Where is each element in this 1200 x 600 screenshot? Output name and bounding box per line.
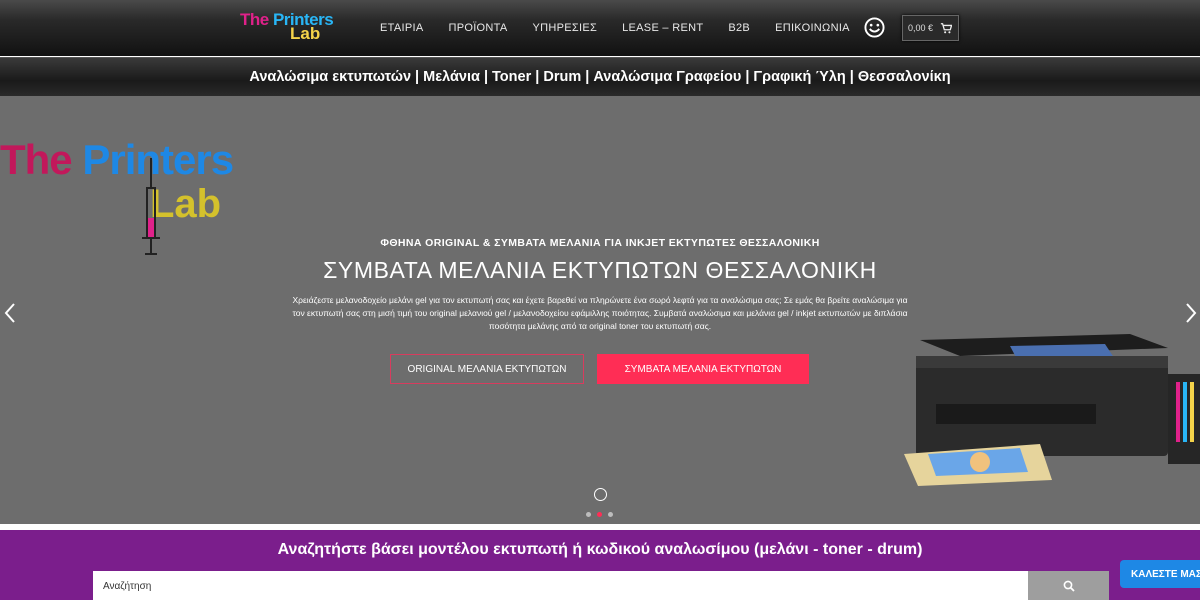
cart-button[interactable]: 0,00 € xyxy=(902,15,959,41)
tagline-text: Αναλώσιμα εκτυπωτών | Μελάνια | Toner | … xyxy=(249,69,951,85)
nav-item-company[interactable]: ΕΤΑΙΡΙΑ xyxy=(380,22,423,34)
hero-logo-text-the-printers: The Printers xyxy=(0,136,234,183)
main-nav: ΕΤΑΙΡΙΑ ΠΡΟΪΟΝΤΑ ΥΠΗΡΕΣΙΕΣ LEASE – RENT … xyxy=(380,0,875,56)
slider-dot-3[interactable] xyxy=(608,512,613,517)
slider-play-icon[interactable] xyxy=(594,488,607,501)
call-us-button[interactable]: ΚΑΛΕΣΤΕ ΜΑΣ xyxy=(1120,560,1200,588)
site-logo[interactable]: The Printers Lab xyxy=(240,10,340,44)
original-inks-button[interactable]: ORIGINAL ΜΕΛΑΝΙΑ ΕΚΤΥΠΩΤΩΝ xyxy=(390,354,584,384)
top-header: The Printers Lab ΕΤΑΙΡΙΑ ΠΡΟΪΟΝΤΑ ΥΠΗΡΕΣ… xyxy=(0,0,1200,56)
search-section: Αναζητήστε βάσει μοντέλου εκτυπωτή ή κωδ… xyxy=(0,530,1200,600)
cart-icon xyxy=(940,23,952,34)
search-button[interactable] xyxy=(1028,571,1109,600)
slider-prev-icon[interactable] xyxy=(2,301,18,325)
hero-logo: The Printers Lab xyxy=(0,126,290,255)
slider-dot-2[interactable] xyxy=(597,512,602,517)
hero-slider: The Printers Lab ΦΘΗΝΑ ORIGINAL & ΣΥΜΒΑΤ… xyxy=(0,96,1200,524)
search-icon xyxy=(1063,580,1075,592)
logo-text-lab: Lab xyxy=(290,24,321,43)
cart-total: 0,00 € xyxy=(908,23,934,33)
hero-description: Χρειάζεστε μελανοδοχείο μελάνι gel για τ… xyxy=(292,295,908,331)
slider-next-icon[interactable] xyxy=(1183,301,1199,325)
smiley-icon[interactable] xyxy=(864,17,885,38)
nav-item-products[interactable]: ΠΡΟΪΟΝΤΑ xyxy=(448,22,507,34)
slider-pagination xyxy=(586,512,613,517)
nav-item-lease-rent[interactable]: LEASE – RENT xyxy=(622,22,703,34)
search-input[interactable] xyxy=(93,571,1028,600)
slider-dot-1[interactable] xyxy=(586,512,591,517)
printer-image xyxy=(904,334,1200,486)
hero-headline: ΣΥΜΒΑΤΑ ΜΕΛΑΝΙΑ ΕΚΤΥΠΩΤΩΝ ΘΕΣΣΑΛΟΝΙΚΗ xyxy=(323,257,877,283)
nav-item-services[interactable]: ΥΠΗΡΕΣΙΕΣ xyxy=(533,22,598,34)
nav-item-contact[interactable]: ΕΠΙΚΟΙΝΩΝΙΑ xyxy=(775,22,850,34)
nav-item-b2b[interactable]: B2B xyxy=(728,22,750,34)
tagline-bar: Αναλώσιμα εκτυπωτών | Μελάνια | Toner | … xyxy=(0,57,1200,96)
compatible-inks-button[interactable]: ΣΥΜΒΑΤΑ ΜΕΛΑΝΙΑ ΕΚΤΥΠΩΤΩΝ xyxy=(597,354,809,384)
hero-kicker: ΦΘΗΝΑ ORIGINAL & ΣΥΜΒΑΤΑ ΜΕΛΑΝΙΑ ΓΙΑ INK… xyxy=(380,237,820,249)
search-title: Αναζητήστε βάσει μοντέλου εκτυπωτή ή κωδ… xyxy=(277,541,923,558)
